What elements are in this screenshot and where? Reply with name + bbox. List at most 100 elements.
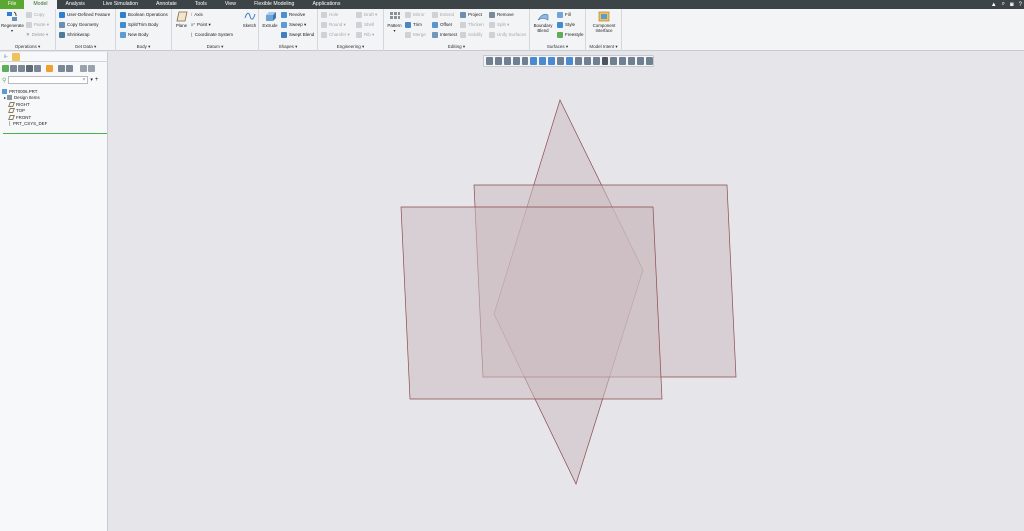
search-icon[interactable]: ⌕ [1002, 1, 1005, 8]
find-icon[interactable] [88, 64, 95, 72]
split-button[interactable]: Split ▾ [489, 21, 509, 28]
regenerate-dropdown-icon[interactable]: ▾ [1, 28, 23, 33]
fill-button[interactable]: Fill [557, 11, 571, 18]
new-body-button[interactable]: New Body [120, 31, 149, 38]
pause-icon[interactable] [637, 57, 645, 65]
style-button[interactable]: Style [557, 21, 575, 28]
pattern-button[interactable]: Pattern ▾ [385, 11, 404, 33]
plane-button[interactable]: Plane [173, 11, 190, 28]
tree-view-icon[interactable] [10, 64, 17, 72]
trim-button[interactable]: Trim [405, 21, 422, 28]
sketch-button[interactable]: Sketch [241, 11, 258, 28]
tab-view[interactable]: View [216, 0, 245, 9]
boolean-operations-button[interactable]: Boolean Operations [120, 11, 168, 18]
group-label-datum[interactable]: Datum ▾ [172, 44, 258, 50]
revolve-button[interactable]: Revolve [281, 11, 305, 18]
draft-button[interactable]: Draft ▾ [356, 11, 377, 18]
pattern-dropdown-icon[interactable]: ▾ [385, 28, 404, 33]
user-defined-feature-button[interactable]: User-Defined Feature [59, 11, 110, 18]
collapse-icon[interactable] [80, 64, 87, 72]
tree-filter-icon[interactable] [18, 64, 25, 72]
coordinate-system-button[interactable]: ⌊ Coordinate System [191, 31, 233, 38]
expand-icon[interactable] [66, 64, 73, 72]
sweep-button[interactable]: Sweep ▾ [281, 21, 306, 28]
tab-flexible-modeling[interactable]: Flexible Modeling [245, 0, 303, 9]
hole-button[interactable]: Hole [321, 11, 338, 18]
round-button[interactable]: Round ▾ [321, 21, 346, 28]
freestyle-button[interactable]: Freestyle [557, 31, 584, 38]
chamfer-button[interactable]: Chamfer ▾ [321, 31, 350, 38]
expand-arrow-icon[interactable]: ▸ [4, 95, 6, 100]
add-icon[interactable]: + [95, 77, 99, 83]
insert-here-line[interactable] [3, 133, 107, 134]
swept-blend-button[interactable]: Swept Blend [281, 31, 314, 38]
axis-display-icon[interactable] [601, 57, 609, 65]
folder-browser-tab-icon[interactable] [12, 52, 20, 61]
tab-model[interactable]: Model [24, 0, 57, 9]
copy-button[interactable]: Copy [26, 11, 45, 18]
group-label-engineering[interactable]: Engineering ▾ [318, 44, 383, 50]
annotation-display-icon[interactable] [574, 57, 582, 65]
view-manager-icon[interactable] [548, 57, 556, 65]
rib-button[interactable]: Rib ▾ [356, 31, 374, 38]
group-label-get-data[interactable]: Get Data ▾ [56, 44, 115, 50]
tab-live-simulation[interactable]: Live Simulation [94, 0, 147, 9]
tab-applications[interactable]: Applications [303, 0, 349, 9]
group-label-shapes[interactable]: Shapes ▾ [259, 44, 317, 50]
filter-icon[interactable]: ⚲ [2, 77, 6, 84]
spin-center-icon[interactable] [592, 57, 600, 65]
component-interface-button[interactable]: Component Interface [589, 11, 619, 33]
project-button[interactable]: Project [460, 11, 482, 18]
copy-geometry-button[interactable]: Copy Geometry [59, 21, 99, 28]
boundary-blend-button[interactable]: Boundary Blend [531, 11, 555, 33]
shell-button[interactable]: Shell [356, 21, 374, 28]
paste-button[interactable]: Paste ▾ [26, 21, 49, 28]
split-trim-body-button[interactable]: Split/Trim Body [120, 21, 158, 28]
group-label-body[interactable]: Body ▾ [116, 44, 171, 50]
delete-button[interactable]: ✕ Delete ▾ [26, 31, 48, 38]
appearance-icon[interactable] [646, 57, 653, 65]
repaint-icon[interactable] [512, 57, 520, 65]
datum-plane-front[interactable] [400, 206, 663, 400]
remove-button[interactable]: Remove [489, 11, 514, 18]
datum-display-icon[interactable] [566, 57, 573, 65]
tree-settings-icon[interactable] [34, 64, 41, 72]
offset-button[interactable]: Offset [432, 21, 452, 28]
zoom-in-icon[interactable] [494, 57, 502, 65]
shrinkwrap-button[interactable]: Shrinkwrap [59, 31, 90, 38]
mirror-button[interactable]: Mirror [405, 11, 425, 18]
unify-surfaces-button[interactable]: Unify Surfaces [489, 31, 526, 38]
refit-icon[interactable] [486, 57, 493, 65]
search-dropdown-icon[interactable]: ▾ [90, 77, 93, 83]
axis-button[interactable]: / Axis [191, 11, 203, 18]
tab-file[interactable]: File [0, 0, 25, 9]
thicken-button[interactable]: Thicken [460, 21, 484, 28]
merge-button[interactable]: Merge [405, 31, 426, 38]
reorient-icon[interactable] [521, 57, 529, 65]
extrude-button[interactable]: Extrude [260, 11, 280, 28]
help-icon[interactable]: ? [1019, 2, 1022, 8]
zoom-out-icon[interactable] [503, 57, 511, 65]
extend-button[interactable]: Extend [432, 11, 454, 18]
intersect-button[interactable]: Intersect [432, 31, 457, 38]
plane-display-icon[interactable] [628, 57, 636, 65]
tree-item-csys[interactable]: ⌊ PRT_CSYS_DEF [2, 121, 106, 128]
regenerate-button[interactable]: Regenerate ▾ [1, 11, 24, 33]
display-style-icon[interactable] [539, 57, 547, 65]
tab-annotate[interactable]: Annotate [147, 0, 186, 9]
group-label-model-intent[interactable]: Model Intent ▾ [586, 44, 621, 50]
tree-search-input[interactable]: × [8, 76, 89, 84]
model-tree-tab-icon[interactable]: ⊩ [2, 53, 10, 61]
point-button[interactable]: x* Point ▾ [191, 21, 211, 28]
solidify-button[interactable]: Solidify [460, 31, 483, 38]
perspective-icon[interactable] [557, 57, 565, 65]
point-display-icon[interactable] [610, 57, 618, 65]
csys-display-icon[interactable] [619, 57, 627, 65]
tab-tools[interactable]: Tools [186, 0, 216, 9]
tree-columns-icon[interactable] [26, 64, 33, 72]
section-icon[interactable] [583, 57, 591, 65]
layer-icon[interactable] [46, 64, 53, 72]
saved-orientations-icon[interactable] [530, 57, 538, 65]
collapse-ribbon-icon[interactable]: ▲ [991, 2, 997, 8]
show-icon[interactable] [2, 64, 9, 72]
